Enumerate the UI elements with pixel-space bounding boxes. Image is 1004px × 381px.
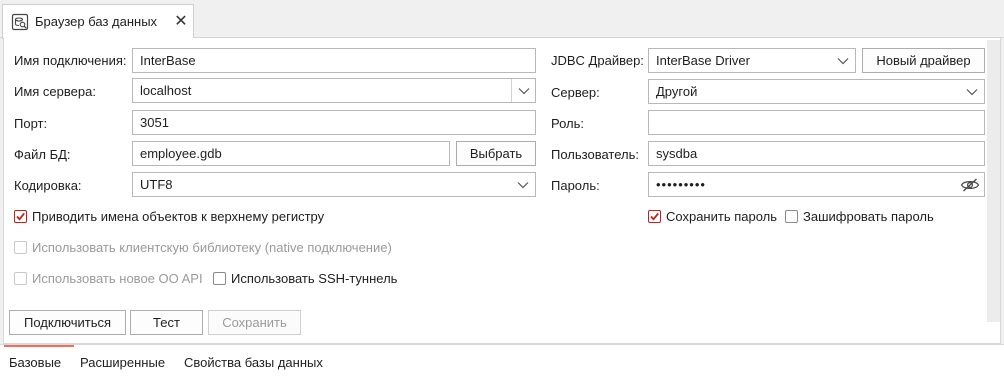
db-file-field[interactable]: employee.gdb: [132, 141, 450, 166]
connection-name-field[interactable]: InterBase: [132, 48, 536, 73]
chevron-down-icon[interactable]: [511, 79, 535, 102]
checkbox-icon: [213, 271, 226, 285]
native-library-checkbox[interactable]: Использовать клиентскую библиотеку (nati…: [14, 239, 392, 255]
password-label: Пароль:: [551, 178, 600, 193]
ssh-tunnel-checkbox[interactable]: Использовать SSH-туннель: [213, 270, 397, 286]
browse-file-button[interactable]: Выбрать: [456, 141, 536, 166]
connect-button[interactable]: Подключиться: [9, 310, 126, 335]
server-name-label: Имя сервера:: [14, 84, 96, 99]
user-label: Пользователь:: [551, 147, 639, 162]
test-button[interactable]: Тест: [130, 310, 203, 335]
database-browser-icon: [11, 13, 29, 31]
encoding-label: Кодировка:: [14, 178, 82, 193]
jdbc-driver-combo[interactable]: InterBase Driver: [648, 48, 856, 73]
tab-database-browser[interactable]: Браузер баз данных ✕: [2, 4, 194, 39]
encrypt-password-label: Зашифровать пароль: [803, 208, 934, 224]
checkbox-icon: [785, 209, 798, 223]
checkbox-icon: [14, 271, 27, 285]
server-label: Сервер:: [551, 85, 600, 100]
ssh-tunnel-label: Использовать SSH-туннель: [231, 270, 398, 286]
chevron-down-icon[interactable]: [831, 49, 855, 72]
encoding-value: UTF8: [140, 177, 173, 192]
checkbox-checked-icon: [648, 209, 661, 223]
uppercase-names-label: Приводить имена объектов к верхнему реги…: [32, 208, 325, 224]
checkbox-checked-icon: [14, 209, 27, 223]
save-button[interactable]: Сохранить: [208, 310, 301, 335]
port-field[interactable]: 3051: [132, 110, 536, 135]
new-oo-api-label: Использовать новое OO API: [32, 270, 203, 286]
jdbc-driver-label: JDBC Драйвер:: [551, 53, 644, 68]
connection-name-label: Имя подключения:: [14, 53, 127, 68]
native-library-label: Использовать клиентскую библиотеку (nati…: [32, 239, 392, 255]
eye-slash-icon[interactable]: [956, 173, 984, 196]
tab-basic[interactable]: Базовые: [9, 355, 61, 370]
tab-title: Браузер баз данных: [35, 14, 158, 29]
encrypt-password-checkbox[interactable]: Зашифровать пароль: [785, 208, 934, 224]
new-driver-button[interactable]: Новый драйвер: [862, 48, 985, 73]
jdbc-driver-value: InterBase Driver: [656, 53, 750, 68]
editor-tab-bar: Браузер баз данных ✕: [0, 0, 1004, 39]
tab-advanced[interactable]: Расширенные: [80, 355, 165, 370]
password-field[interactable]: •••••••••: [648, 172, 985, 197]
save-password-checkbox[interactable]: Сохранить пароль: [648, 208, 777, 224]
tab-database-properties[interactable]: Свойства базы данных: [184, 355, 323, 370]
chevron-down-icon[interactable]: [511, 173, 535, 196]
server-name-value: localhost: [140, 83, 192, 98]
server-value: Другой: [656, 84, 698, 99]
server-name-combo[interactable]: localhost: [132, 78, 536, 103]
bottom-tab-bar: Базовые Расширенные Свойства базы данных: [0, 344, 1004, 381]
save-password-label: Сохранить пароль: [666, 208, 778, 224]
new-oo-api-checkbox[interactable]: Использовать новое OO API: [14, 270, 203, 286]
server-combo[interactable]: Другой: [648, 79, 985, 104]
checkbox-icon: [14, 240, 27, 254]
active-tab-indicator: [4, 345, 74, 347]
user-field[interactable]: sysdba: [648, 141, 985, 166]
role-field[interactable]: [648, 110, 985, 135]
uppercase-names-checkbox[interactable]: Приводить имена объектов к верхнему реги…: [14, 208, 324, 224]
chevron-down-icon[interactable]: [960, 80, 984, 103]
close-icon[interactable]: ✕: [171, 11, 191, 31]
vertical-scrollbar[interactable]: [987, 40, 1000, 322]
db-file-label: Файл БД:: [14, 147, 71, 162]
encoding-combo[interactable]: UTF8: [132, 172, 536, 197]
port-label: Порт:: [14, 116, 48, 131]
password-value: •••••••••: [656, 177, 706, 192]
role-label: Роль:: [551, 116, 585, 131]
